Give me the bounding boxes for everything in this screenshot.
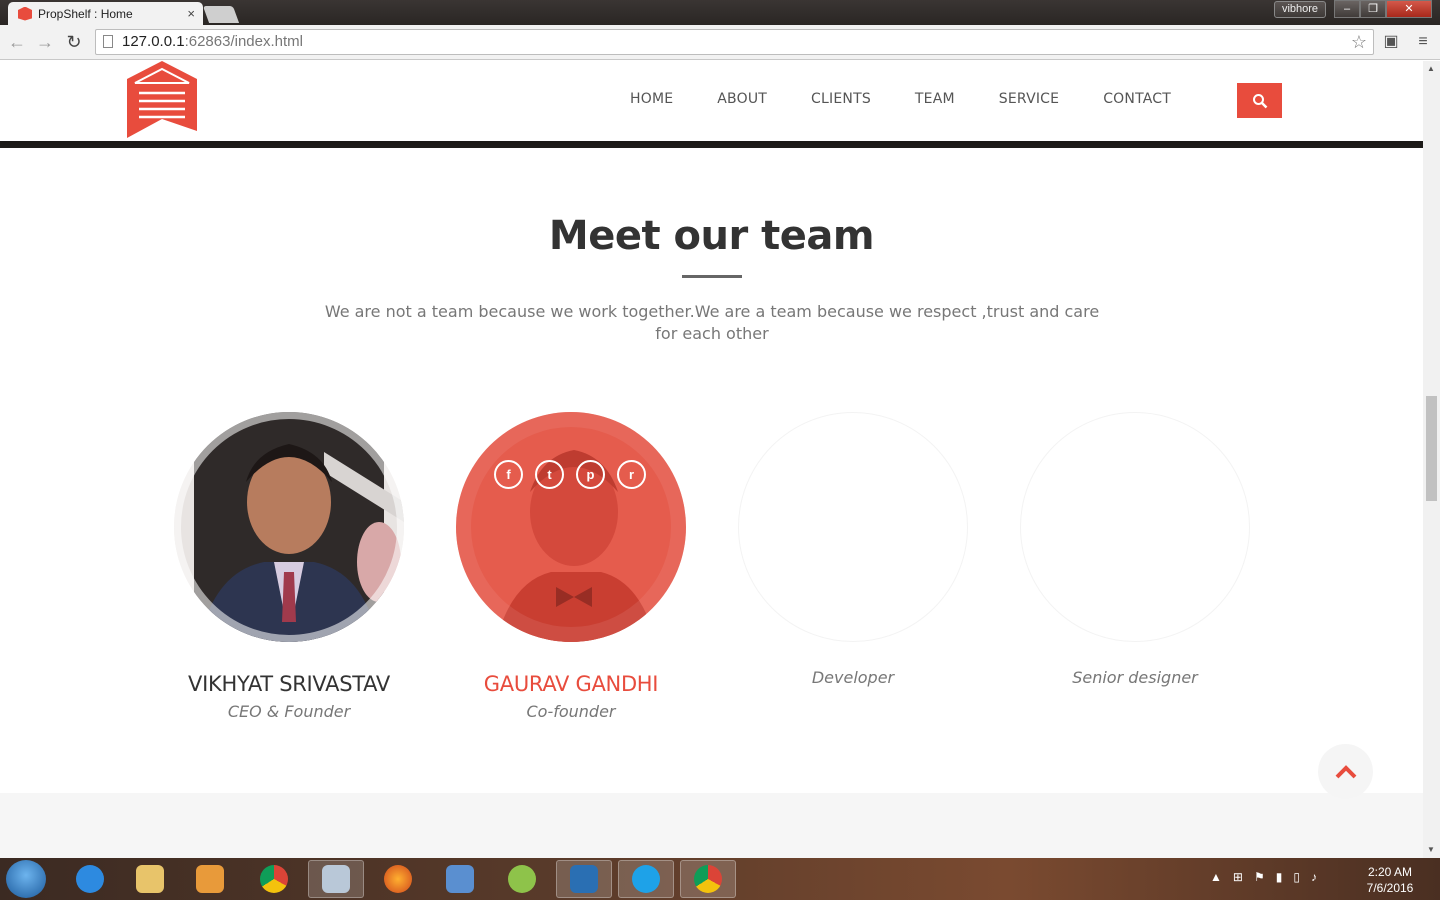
- address-bar[interactable]: 127.0.0.1:62863/index.html ☆: [95, 29, 1374, 55]
- os-taskbar: ▲ ⊞ ⚑ ▮ ▯ ♪ 2:20 AM 7/6/2016: [0, 858, 1440, 900]
- start-button[interactable]: [6, 860, 46, 898]
- paint-icon[interactable]: [308, 860, 364, 898]
- search-button[interactable]: [1237, 83, 1282, 118]
- social-links: f t p r: [494, 460, 646, 489]
- profile-button[interactable]: vibhore: [1274, 1, 1326, 18]
- maximize-button[interactable]: ❐: [1360, 0, 1386, 18]
- bookmark-star-icon[interactable]: ☆: [1351, 30, 1367, 54]
- team-section-title: Meet our team: [548, 213, 875, 259]
- scroll-to-top-button[interactable]: [1318, 744, 1373, 799]
- scrollbar-thumb[interactable]: [1426, 396, 1437, 501]
- firefox-icon[interactable]: [370, 860, 426, 898]
- facebook-icon[interactable]: f: [494, 460, 523, 489]
- nav-team[interactable]: TEAM: [915, 91, 955, 107]
- nav-service[interactable]: SERVICE: [999, 91, 1059, 107]
- search-icon: [1252, 93, 1267, 108]
- team-member-card: VIKHYAT SRIVASTAV CEO & Founder: [174, 412, 404, 721]
- propshelf-logo-icon[interactable]: [127, 61, 197, 138]
- url-host: 127.0.0.1: [122, 33, 185, 50]
- menu-icon[interactable]: ≡: [1414, 33, 1432, 51]
- ie-icon[interactable]: [62, 860, 118, 898]
- member-photo[interactable]: [738, 412, 968, 642]
- hero-bottom-strip: [0, 141, 1423, 148]
- chevron-up-icon: [1335, 764, 1356, 778]
- member-portrait-icon: [174, 412, 404, 642]
- site-header: HOME ABOUT CLIENTS TEAM SERVICE CONTACT: [0, 61, 1423, 141]
- system-tray: ▲ ⊞ ⚑ ▮ ▯ ♪: [1210, 870, 1317, 884]
- minimize-button[interactable]: ‒: [1334, 0, 1360, 18]
- clock-date: 7/6/2016: [1366, 881, 1414, 895]
- brackets-icon[interactable]: [556, 860, 612, 898]
- battery-icon[interactable]: ▯: [1293, 870, 1300, 884]
- control-panel-icon[interactable]: [432, 860, 488, 898]
- pinterest-icon[interactable]: p: [576, 460, 605, 489]
- back-icon[interactable]: ←: [6, 31, 28, 53]
- tab-title: PropShelf : Home: [38, 6, 133, 21]
- chrome-active-icon[interactable]: [680, 860, 736, 898]
- member-role: Developer: [811, 668, 895, 687]
- member-name: GAURAV GANDHI: [483, 672, 659, 696]
- team-member-card: Senior designer: [1020, 412, 1250, 687]
- site-favicon-icon: [18, 6, 32, 21]
- nav-about[interactable]: ABOUT: [717, 91, 767, 107]
- page-viewport: HOME ABOUT CLIENTS TEAM SERVICE CONTACT …: [0, 61, 1423, 858]
- browser-toolbar: ← → ↻ 127.0.0.1:62863/index.html ☆ ▣ ≡: [0, 25, 1440, 60]
- new-tab-button[interactable]: [202, 6, 240, 23]
- scroll-up-arrow-icon[interactable]: ▲: [1427, 64, 1435, 73]
- nav-contact[interactable]: CONTACT: [1103, 91, 1171, 107]
- browser-tab[interactable]: PropShelf : Home ×: [8, 2, 203, 25]
- page-icon: [103, 35, 113, 48]
- member-name: VIKHYAT SRIVASTAV: [188, 672, 390, 696]
- network-icon[interactable]: ▮: [1276, 870, 1283, 884]
- title-divider: [682, 275, 742, 278]
- taskbar-clock[interactable]: 2:20 AM 7/6/2016: [1360, 864, 1420, 896]
- member-role: Senior designer: [1072, 668, 1198, 687]
- chrome-icon[interactable]: [246, 860, 302, 898]
- tab-close-icon[interactable]: ×: [187, 6, 195, 21]
- skype-icon[interactable]: [618, 860, 674, 898]
- browser-titlebar: PropShelf : Home × vibhore ‒ ❐ ✕: [0, 0, 1440, 25]
- member-photo[interactable]: [174, 412, 404, 642]
- member-role: CEO & Founder: [227, 702, 351, 721]
- member-photo[interactable]: f t p r: [456, 412, 686, 642]
- main-nav: HOME ABOUT CLIENTS TEAM SERVICE CONTACT: [608, 91, 1193, 107]
- explorer-icon[interactable]: [122, 860, 178, 898]
- windows-flag-icon[interactable]: ⊞: [1233, 870, 1243, 884]
- clock-time: 2:20 AM: [1367, 865, 1413, 879]
- reload-icon[interactable]: ↻: [63, 31, 85, 53]
- team-member-card: f t p r GAURAV GANDHI Co-founder: [456, 412, 686, 721]
- forward-icon[interactable]: →: [34, 31, 56, 53]
- member-role: Co-founder: [526, 702, 616, 721]
- team-section-subtitle: We are not a team because we work togeth…: [324, 302, 1100, 343]
- action-center-icon[interactable]: ⚑: [1254, 870, 1265, 884]
- tray-expand-icon[interactable]: ▲: [1210, 870, 1222, 884]
- nav-home[interactable]: HOME: [630, 91, 673, 107]
- scroll-down-arrow-icon[interactable]: ▼: [1427, 845, 1435, 854]
- close-window-button[interactable]: ✕: [1386, 0, 1432, 18]
- member-photo[interactable]: [1020, 412, 1250, 642]
- nav-clients[interactable]: CLIENTS: [811, 91, 871, 107]
- volume-icon[interactable]: ♪: [1311, 870, 1317, 884]
- android-studio-icon[interactable]: [494, 860, 550, 898]
- page-scrollbar[interactable]: ▲ ▼: [1423, 61, 1440, 858]
- next-section: [0, 793, 1423, 858]
- member-portrait-icon: [456, 412, 686, 642]
- rss-icon[interactable]: r: [617, 460, 646, 489]
- url-path: :62863/index.html: [184, 33, 303, 50]
- extension-icon[interactable]: ▣: [1382, 33, 1400, 51]
- window-controls: ‒ ❐ ✕: [1334, 0, 1432, 18]
- team-member-card: Developer: [738, 412, 968, 687]
- twitter-icon[interactable]: t: [535, 460, 564, 489]
- media-player-icon[interactable]: [182, 860, 238, 898]
